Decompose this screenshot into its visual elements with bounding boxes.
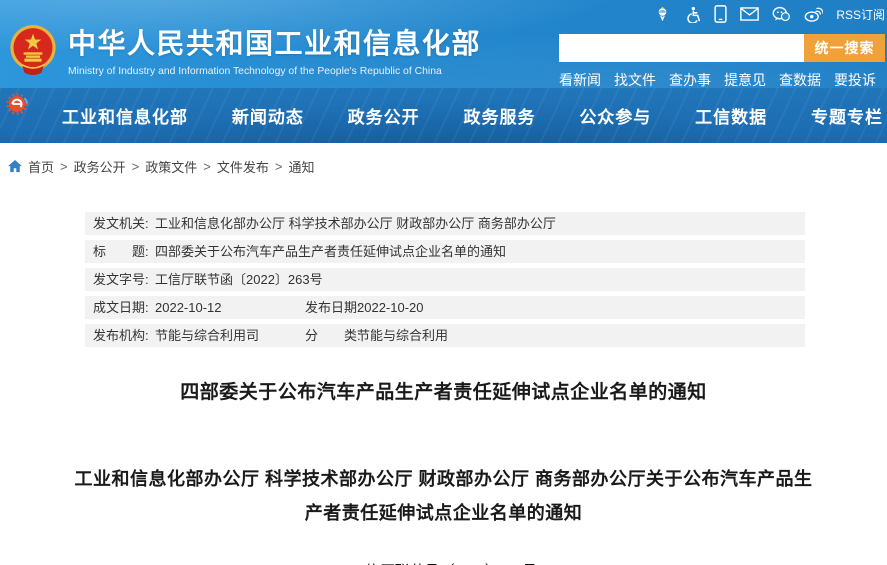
national-emblem-icon [8,24,58,76]
nav-item-miit-data[interactable]: 工信数据 [695,103,767,128]
wechat-icon[interactable] [772,6,791,22]
home-icon[interactable] [8,160,22,173]
article-doc-number: 工信厅联节函（2022）263号 [0,560,887,565]
nav-item-gov-services[interactable]: 政务服务 [463,103,535,128]
primary-nav: 工业和信息化部 新闻动态 政务公开 政务服务 公众参与 工信数据 专题专栏 [0,88,887,143]
breadcrumb-separator: > [203,159,211,174]
gov-e-logo-icon [6,92,30,116]
nav-item-news[interactable]: 新闻动态 [232,103,304,128]
site-title: 中华人民共和国工业和信息化部 [68,22,481,62]
search-bar: 统一搜索 [559,34,885,62]
meta-row-issuing-agency: 发文机关: 工业和信息化部办公厅 科学技术部办公厅 财政部办公厅 商务部办公厅 [85,212,805,235]
weibo-icon[interactable] [804,6,823,22]
meta-row-title: 标 题: 四部委关于公布汽车产品生产者责任延伸试点企业名单的通知 [85,240,805,263]
meta-value: 工业和信息化部办公厅 科学技术部办公厅 财政部办公厅 商务部办公厅 [155,216,805,231]
breadcrumb-home[interactable]: 首页 [28,157,54,176]
search-input[interactable] [559,34,804,62]
breadcrumb-policy-files[interactable]: 政策文件 [145,157,197,176]
meta-value: 节能与综合利用 [357,328,805,343]
mail-icon[interactable] [740,7,759,21]
nav-item-special-columns[interactable]: 专题专栏 [811,103,883,128]
meta-label: 发布机构: [93,328,155,343]
meta-row-doc-number: 发文字号: 工信厅联节函〔2022〕263号 [85,268,805,291]
site-subtitle: Ministry of Industry and Information Tec… [68,66,481,77]
site-header: 中华人民共和国工业和信息化部 Ministry of Industry and … [0,0,887,88]
breadcrumb: 首页 > 政务公开 > 政策文件 > 文件发布 > 通知 [0,143,887,186]
article-title: 四部委关于公布汽车产品生产者责任延伸试点企业名单的通知 [0,377,887,404]
article-body: 四部委关于公布汽车产品生产者责任延伸试点企业名单的通知 工业和信息化部办公厅 科… [0,377,887,565]
nav-item-gov-disclosure[interactable]: 政务公开 [348,103,420,128]
breadcrumb-gov-disclosure[interactable]: 政务公开 [74,157,126,176]
meta-value: 工信厅联节函〔2022〕263号 [155,272,805,287]
article-subtitle: 工业和信息化部办公厅 科学技术部办公厅 财政部办公厅 商务部办公厅关于公布汽车产… [70,462,817,530]
meta-label: 分 类: [305,328,357,343]
quick-link-news[interactable]: 看新闻 [559,70,601,90]
unified-search-button[interactable]: 统一搜索 [804,34,885,62]
meta-label: 标 题: [93,244,155,259]
quick-link-files[interactable]: 找文件 [614,70,656,90]
meta-value: 四部委关于公布汽车产品生产者责任延伸试点企业名单的通知 [155,244,805,259]
rss-subscribe-link[interactable]: RSS订阅 [836,6,885,23]
meta-value: 节能与综合利用司 [155,328,305,343]
mobile-icon[interactable] [714,5,727,23]
meta-label: 成文日期: [93,300,155,315]
meta-value: 2022-10-12 [155,300,305,315]
nav-item-public-participation[interactable]: 公众参与 [579,103,651,128]
breadcrumb-notice[interactable]: 通知 [288,157,314,176]
meta-row-publisher-category: 发布机构: 节能与综合利用司 分 类: 节能与综合利用 [85,324,805,347]
breadcrumb-separator: > [132,159,140,174]
nav-item-ministry[interactable]: 工业和信息化部 [62,103,188,128]
mascot-icon[interactable] [654,6,671,23]
meta-label: 发文机关: [93,216,155,231]
site-brand[interactable]: 中华人民共和国工业和信息化部 Ministry of Industry and … [8,22,481,77]
masthead-right: RSS订阅 统一搜索 看新闻 找文件 查办事 提意见 查数据 要投诉 [559,4,885,90]
quick-link-suggest[interactable]: 提意见 [724,70,766,90]
utility-icon-bar: RSS订阅 [559,4,885,24]
meta-value: 2022-10-20 [357,300,805,315]
nav-item-list: 工业和信息化部 新闻动态 政务公开 政务服务 公众参与 工信数据 专题专栏 [62,103,883,128]
meta-row-dates: 成文日期: 2022-10-12 发布日期: 2022-10-20 [85,296,805,319]
quick-links: 看新闻 找文件 查办事 提意见 查数据 要投诉 [559,70,885,90]
breadcrumb-file-release[interactable]: 文件发布 [217,157,269,176]
doc-meta-table: 发文机关: 工业和信息化部办公厅 科学技术部办公厅 财政部办公厅 商务部办公厅 … [85,212,805,347]
meta-label: 发文字号: [93,272,155,287]
meta-label: 发布日期: [305,300,357,315]
accessibility-icon[interactable] [684,6,701,23]
quick-link-data[interactable]: 查数据 [779,70,821,90]
document-page: 发文机关: 工业和信息化部办公厅 科学技术部办公厅 财政部办公厅 商务部办公厅 … [0,212,887,565]
quick-link-services[interactable]: 查办事 [669,70,711,90]
breadcrumb-separator: > [60,159,68,174]
quick-link-complaint[interactable]: 要投诉 [834,70,876,90]
breadcrumb-separator: > [275,159,283,174]
